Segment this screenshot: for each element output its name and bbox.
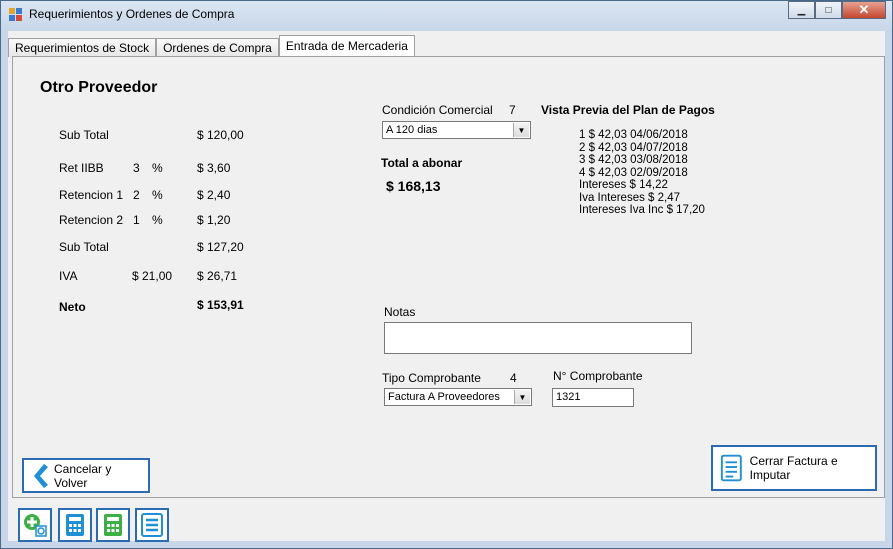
voucher-number-value: 1321 xyxy=(556,391,581,403)
notes-label: Notas xyxy=(384,305,416,319)
condition-label: Condición Comercial xyxy=(382,103,493,117)
voucher-number-field[interactable]: 1321 xyxy=(552,388,634,407)
window-title: Requerimientos y Ordenes de Compra xyxy=(29,7,235,21)
ret-iibb-pct-sign: % xyxy=(152,161,163,175)
interest-iva-inc-line: Intereses Iva Inc $ 17,20 xyxy=(579,204,705,216)
calculator-blue-button[interactable] xyxy=(58,508,92,542)
payment-line: 3 $ 42,03 03/08/2018 xyxy=(579,154,688,166)
retencion2-label: Retencion 2 xyxy=(59,213,124,227)
condition-select[interactable]: A 120 dias ▼ xyxy=(382,121,531,139)
tab-requerimientos-stock[interactable]: Requerimientos de Stock xyxy=(8,38,157,57)
client-area: Requerimientos de Stock Ordenes de Compr… xyxy=(8,31,885,542)
minimize-button[interactable]: ▁ xyxy=(788,1,815,19)
condition-select-value: A 120 dias xyxy=(386,124,438,136)
voucher-type-label: Tipo Comprobante xyxy=(382,371,481,385)
ret-iibb-label: Ret IIBB xyxy=(59,161,104,175)
retencion2-pct-sign: % xyxy=(152,213,163,227)
close-icon: ✕ xyxy=(858,2,870,17)
notes-field[interactable] xyxy=(384,322,692,354)
payment-plan-list: 1 $ 42,03 04/06/2018 2 $ 42,03 04/07/201… xyxy=(579,129,705,217)
cancel-button-label: Cancelar y Volver xyxy=(53,461,112,490)
chevron-down-icon[interactable]: ▼ xyxy=(514,390,530,404)
payment-plan-title: Vista Previa del Plan de Pagos xyxy=(541,103,715,117)
ret-iibb-value: $ 3,60 xyxy=(197,161,231,175)
subtotal2-label: Sub Total xyxy=(59,240,109,254)
payment-line: 4 $ 42,03 02/09/2018 xyxy=(579,166,688,179)
voucher-type-select[interactable]: Factura A Proveedores ▼ xyxy=(384,388,532,406)
interest-line: Intereses $ 14,22 xyxy=(579,179,668,191)
subtotal2-value: $ 127,20 xyxy=(197,240,244,254)
subtotal-label: Sub Total xyxy=(59,128,109,142)
calculator-icon xyxy=(66,514,84,536)
retencion2-value: $ 1,20 xyxy=(197,213,231,227)
voucher-number-label: N° Comprobante xyxy=(553,369,643,383)
maximize-icon: □ xyxy=(825,4,832,16)
retencion1-label: Retencion 1 xyxy=(59,188,124,202)
app-window: Requerimientos y Ordenes de Compra ▁ □ ✕… xyxy=(0,0,893,549)
voucher-type-code: 4 xyxy=(510,371,517,385)
calculator-green-button[interactable] xyxy=(96,508,130,542)
retencion1-pct-sign: % xyxy=(152,188,163,202)
list-button[interactable] xyxy=(135,508,169,542)
iva-interest-line: Iva Intereses $ 2,47 xyxy=(579,191,681,204)
condition-code: 7 xyxy=(509,103,516,117)
retencion2-pct: 1 xyxy=(133,213,140,227)
iva-label: IVA xyxy=(59,269,78,283)
retencion1-value: $ 2,40 xyxy=(197,188,231,202)
back-arrow-icon xyxy=(33,463,48,488)
subtotal-value: $ 120,00 xyxy=(197,128,244,142)
add-item-button[interactable] xyxy=(18,508,52,542)
minimize-icon: ▁ xyxy=(797,4,806,16)
add-circle-icon xyxy=(24,514,47,537)
calculator-icon xyxy=(104,514,122,536)
title-bar: Requerimientos y Ordenes de Compra ▁ □ ✕ xyxy=(1,1,892,29)
supplier-name: Otro Proveedor xyxy=(40,79,158,96)
list-icon xyxy=(141,513,163,537)
tab-ordenes-compra[interactable]: Ordenes de Compra xyxy=(156,38,279,57)
close-invoice-button[interactable]: Cerrar Factura e Imputar xyxy=(711,445,877,491)
payment-line: 1 $ 42,03 04/06/2018 xyxy=(579,129,688,141)
total-label: Total a abonar xyxy=(381,156,463,170)
maximize-button[interactable]: □ xyxy=(815,1,842,19)
ret-iibb-pct: 3 xyxy=(133,161,140,175)
retencion1-pct: 2 xyxy=(133,188,140,202)
iva-value: $ 26,71 xyxy=(197,269,238,283)
neto-value: $ 153,91 xyxy=(197,298,244,312)
bottom-toolbar xyxy=(8,503,885,542)
tab-panel: Otro Proveedor Sub Total $ 120,00 Ret II… xyxy=(12,56,885,498)
payment-line: 2 $ 42,03 04/07/2018 xyxy=(579,141,688,154)
close-button[interactable]: ✕ xyxy=(842,1,886,19)
iva-rate: $ 21,00 xyxy=(132,269,173,283)
tab-entrada-mercaderia[interactable]: Entrada de Mercaderia xyxy=(278,35,415,57)
neto-label: Neto xyxy=(59,300,86,314)
voucher-type-value: Factura A Proveedores xyxy=(388,391,500,403)
close-invoice-label: Cerrar Factura e Imputar xyxy=(749,454,838,482)
tab-strip: Requerimientos de Stock Ordenes de Compr… xyxy=(8,35,415,57)
invoice-icon xyxy=(720,454,742,482)
total-value: $ 168,13 xyxy=(386,178,441,194)
cancel-button[interactable]: Cancelar y Volver xyxy=(22,458,150,493)
app-icon xyxy=(9,8,23,22)
chevron-down-icon[interactable]: ▼ xyxy=(513,123,529,137)
